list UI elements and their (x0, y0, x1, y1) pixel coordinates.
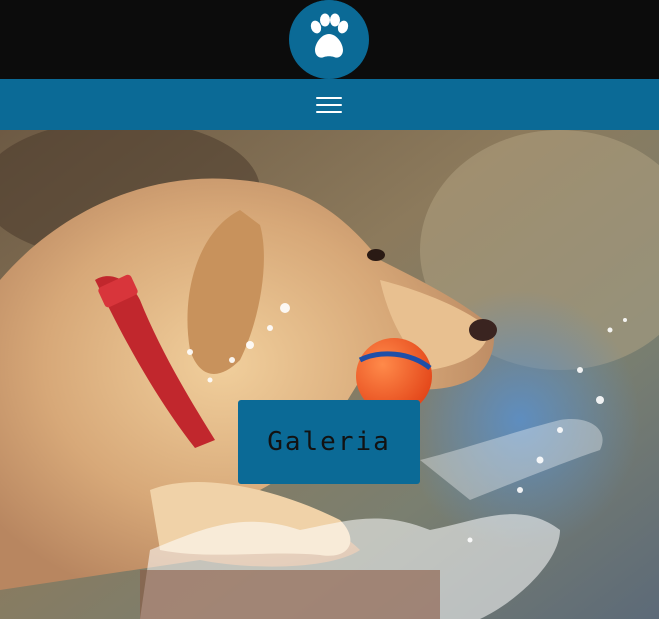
hamburger-menu-icon[interactable] (313, 92, 345, 118)
nav-bar (0, 79, 659, 130)
paw-logo-icon[interactable] (289, 0, 369, 79)
hero-image (0, 130, 659, 619)
gallery-button[interactable]: Galeria (238, 400, 420, 484)
site-header (0, 0, 659, 79)
menu-line (316, 111, 342, 113)
menu-line (316, 97, 342, 99)
menu-line (316, 104, 342, 106)
